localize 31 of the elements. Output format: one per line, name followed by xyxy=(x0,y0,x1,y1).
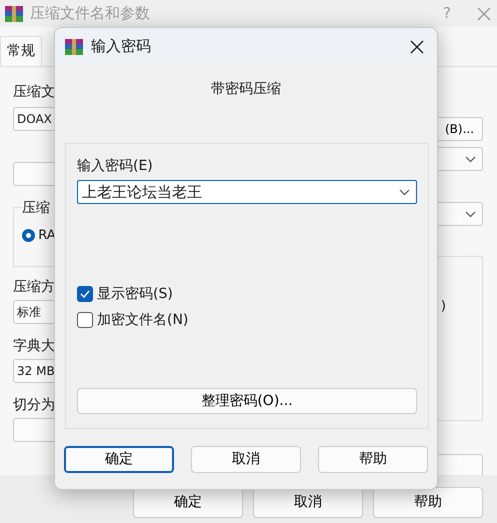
radio-button[interactable] xyxy=(22,228,35,242)
password-combo[interactable]: 上老王论坛当老王 xyxy=(77,180,417,204)
dialog-title: 输入密码 xyxy=(91,36,151,58)
checkbox-label: 加密文件名(N) xyxy=(97,310,188,330)
dialog-button[interactable]: 取消 xyxy=(253,487,363,518)
option-label: ) xyxy=(440,298,446,316)
chevron-down-icon xyxy=(465,156,476,162)
checkbox-label: 显示密码(S) xyxy=(97,284,173,304)
archive-books-icon xyxy=(64,38,84,56)
dialog-button[interactable]: 确定 xyxy=(64,446,174,473)
close-icon[interactable] xyxy=(410,40,424,54)
dialog-button[interactable]: 确定 xyxy=(133,487,243,518)
field-label: 字典大 xyxy=(13,337,54,356)
field-label: 压缩方 xyxy=(13,278,54,297)
chevron-down-icon xyxy=(465,210,476,218)
dialog-button[interactable]: 取消 xyxy=(191,446,301,473)
field-label: 压缩文 xyxy=(13,83,54,102)
dialog-button[interactable]: 帮助 xyxy=(318,446,428,473)
field-label: 输入密码(E) xyxy=(77,157,154,176)
browse-button[interactable]: (B)... xyxy=(436,117,483,141)
checkbox[interactable] xyxy=(77,312,93,328)
field-label: 切分为 xyxy=(13,396,54,415)
organize-button[interactable]: 整理密码(O)... xyxy=(77,388,417,414)
dialog-button[interactable]: 帮助 xyxy=(373,487,483,518)
tab[interactable]: 常规 xyxy=(0,36,42,66)
dialog-heading: 带密码压缩 xyxy=(210,80,282,99)
checkbox[interactable] xyxy=(77,286,93,302)
check-icon xyxy=(80,290,90,298)
chevron-down-icon xyxy=(399,188,410,196)
window-title: 压缩文件名和参数 xyxy=(30,3,150,24)
archive-books-icon xyxy=(4,4,24,22)
